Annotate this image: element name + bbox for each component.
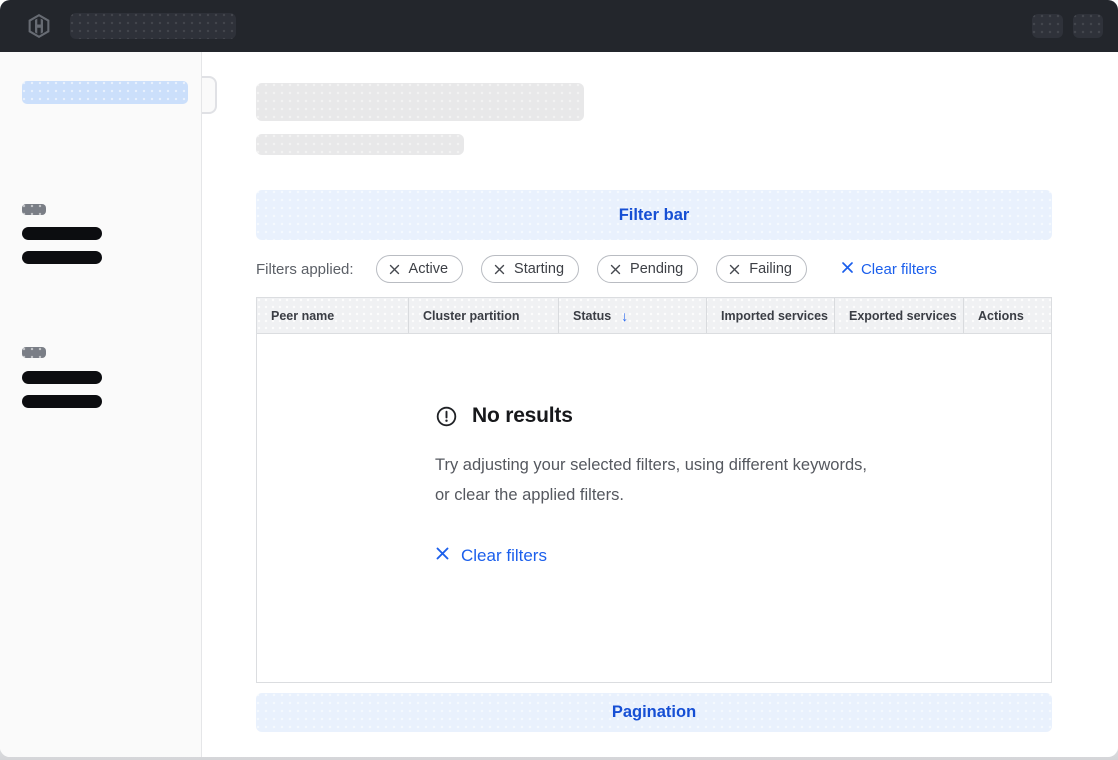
column-header-status[interactable]: Status ↓ [558, 298, 706, 333]
column-label: Imported services [721, 309, 828, 323]
filter-pill-label: Active [409, 261, 449, 277]
table-body: No results Try adjusting your selected f… [257, 334, 1051, 683]
empty-state-description: Try adjusting your selected filters, usi… [435, 450, 867, 510]
pagination-region: Pagination [256, 693, 1052, 732]
filter-pill-failing[interactable]: Failing [716, 255, 807, 283]
column-label: Actions [978, 309, 1024, 323]
sidebar-section-label-placeholder [22, 347, 46, 358]
clear-icon [435, 546, 450, 566]
empty-state-title: No results [472, 404, 573, 428]
filters-applied-label: Filters applied: [256, 261, 354, 278]
sidebar [0, 52, 202, 757]
sidebar-section-label-placeholder [22, 204, 46, 215]
filter-pill-pending[interactable]: Pending [597, 255, 698, 283]
filter-pills: Active Starting Pending [376, 255, 807, 283]
filter-bar-region: Filter bar [256, 190, 1052, 240]
filter-pill-label: Pending [630, 261, 683, 277]
sidebar-item-placeholder[interactable] [22, 251, 102, 264]
clear-filters-link[interactable]: Clear filters [841, 261, 937, 278]
clear-filters-label: Clear filters [861, 261, 937, 278]
column-label: Peer name [271, 309, 334, 323]
top-nav [0, 0, 1118, 52]
dismiss-icon[interactable] [729, 264, 740, 275]
nav-right-placeholder-2 [1073, 14, 1103, 38]
column-header-exported-services[interactable]: Exported services [834, 298, 963, 333]
sidebar-collapse-handle[interactable] [202, 76, 217, 114]
peers-table: Peer name Cluster partition Status ↓ Imp… [256, 297, 1052, 683]
hashicorp-logo-icon[interactable] [27, 14, 51, 38]
alert-circle-icon [435, 405, 458, 428]
clear-icon [841, 261, 854, 278]
sort-descending-icon[interactable]: ↓ [621, 308, 628, 324]
dismiss-icon[interactable] [494, 264, 505, 275]
page-subtitle-placeholder [256, 134, 464, 155]
page-title-placeholder [256, 83, 584, 121]
column-label: Cluster partition [423, 309, 520, 323]
filter-pill-starting[interactable]: Starting [481, 255, 579, 283]
column-label: Status [573, 309, 611, 323]
nav-right-placeholder-1 [1032, 14, 1063, 38]
dismiss-icon[interactable] [610, 264, 621, 275]
filter-bar-label: Filter bar [619, 206, 690, 225]
sidebar-item-placeholder[interactable] [22, 395, 102, 408]
column-header-imported-services[interactable]: Imported services [706, 298, 834, 333]
column-header-cluster-partition[interactable]: Cluster partition [408, 298, 558, 333]
sidebar-item-placeholder[interactable] [22, 371, 102, 384]
app-window: Filter bar Filters applied: Active Start… [0, 0, 1118, 757]
nav-placeholder [70, 13, 236, 39]
pagination-label: Pagination [612, 703, 696, 722]
column-header-peer-name[interactable]: Peer name [257, 298, 408, 333]
table-header-row: Peer name Cluster partition Status ↓ Imp… [257, 298, 1051, 334]
column-label: Exported services [849, 309, 957, 323]
sidebar-active-item-placeholder[interactable] [22, 81, 188, 104]
empty-state-clear-filters-label: Clear filters [461, 546, 547, 566]
empty-state: No results Try adjusting your selected f… [435, 404, 879, 566]
filter-pill-label: Starting [514, 261, 564, 277]
filter-pill-active[interactable]: Active [376, 255, 464, 283]
sidebar-item-placeholder[interactable] [22, 227, 102, 240]
column-header-actions: Actions [963, 298, 1051, 333]
empty-state-clear-filters-link[interactable]: Clear filters [435, 546, 547, 566]
filter-pill-label: Failing [749, 261, 792, 277]
screen: Filter bar Filters applied: Active Start… [0, 0, 1118, 760]
filters-applied-row: Filters applied: Active Starting [256, 254, 1052, 284]
dismiss-icon[interactable] [389, 264, 400, 275]
